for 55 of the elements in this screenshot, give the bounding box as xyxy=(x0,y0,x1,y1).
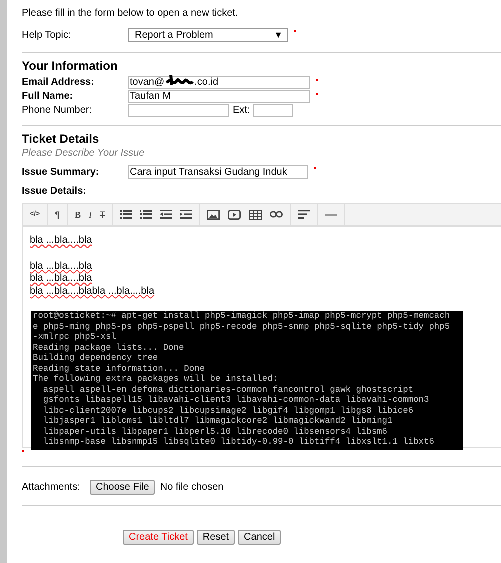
outdent-icon[interactable] xyxy=(160,210,172,219)
bold-button[interactable]: B xyxy=(74,210,81,220)
field-label: Issue Summary: xyxy=(22,166,100,178)
terminal-line: libjasper1 liblcms1 libltdl7 libmagickcore2 libmagickwand2 libming1 xyxy=(42,416,394,426)
indent-icon[interactable] xyxy=(180,210,192,219)
table-icon[interactable] xyxy=(249,210,262,220)
rich-text-editor[interactable] xyxy=(22,203,501,448)
align-left-icon[interactable] xyxy=(298,210,310,219)
issue-summary-field[interactable]: Cara input Transaksi Gudang Induk xyxy=(128,165,308,179)
field-label: Issue Details: xyxy=(22,186,88,197)
form-button[interactable]: Cancel xyxy=(238,530,282,545)
bullet-list-icon[interactable] xyxy=(120,210,132,219)
intro-text: Please fill in the form below to open a new ticket. xyxy=(22,8,240,19)
terminal-line: libsnmp-base libsnmp15 libsqlite0 libtidy-0.99-0 libtiff4 libxslt1.1 libxt6 xyxy=(42,437,436,448)
extension-field[interactable] xyxy=(253,104,294,116)
field-label: Full Name: xyxy=(22,90,74,102)
terminal-line: The following extra packages will be installed: xyxy=(33,374,280,384)
video-icon[interactable] xyxy=(228,210,242,220)
terminal-line: root@osticket:~# apt-get install php5-imagick php5-imap php5-mcrypt php5-memcach xyxy=(33,311,452,322)
form-button[interactable]: Create Ticket xyxy=(123,530,194,545)
email-field[interactable]: tovan@ .co.id xyxy=(128,76,310,88)
field-label: Attachments: xyxy=(22,482,82,492)
terminal-line: libc-client2007e libcups2 libcupsimage2 libgif4 libgomp1 libgs8 libice6 xyxy=(42,406,415,416)
field-label: Email Address: xyxy=(22,76,96,88)
full-name-field[interactable]: Taufan M xyxy=(128,90,310,102)
terminal-line: libpaper-utils libpaper1 libperl5.10 librecode0 libsensors4 libsm6 xyxy=(42,426,389,437)
section-subtitle: Please Describe Your Issue xyxy=(22,148,146,159)
terminal-line: Reading package lists... Done xyxy=(33,342,186,353)
horizontal-rule-icon[interactable] xyxy=(325,214,338,216)
help-topic-select[interactable]: Report a Problem ▼ xyxy=(128,28,288,42)
section-heading: Your Information xyxy=(22,59,119,73)
phone-field[interactable] xyxy=(128,104,229,116)
terminal-line: gsfonts libaspell15 libavahi-client3 libavahi-common-data libavahi-common3 xyxy=(42,395,430,406)
editor-text: bla ...bla....bla xyxy=(30,260,94,273)
strikethrough-button[interactable]: T xyxy=(100,210,106,220)
file-status-text: No file chosen xyxy=(160,482,224,492)
terminal-line: e php5-ming php5-ps php5-pspell php5-recode php5-snmp php5-sqlite php5-tidy php5 xyxy=(33,322,452,332)
terminal-line: Building dependency tree xyxy=(33,353,160,364)
field-label: Phone Number: xyxy=(22,104,94,116)
terminal-line: aspell aspell-en defoma dictionaries-common fancontrol gawk ghostscript xyxy=(42,384,415,395)
section-heading: Ticket Details xyxy=(22,132,100,146)
terminal-line: -xmlrpc php5-xsl xyxy=(33,332,118,342)
paragraph-format-button[interactable]: ¶ xyxy=(55,210,60,220)
editor-text: bla ...bla....bla xyxy=(30,235,94,248)
field-label: Help Topic: xyxy=(22,30,72,40)
field-label: Ext: xyxy=(233,104,250,116)
choose-file-button[interactable]: Choose File xyxy=(90,480,156,494)
link-icon[interactable] xyxy=(270,211,284,218)
image-icon[interactable] xyxy=(207,210,220,220)
italic-button[interactable]: I xyxy=(88,210,92,220)
editor-text: bla ...bla....blabla ...bla....bla xyxy=(30,286,156,298)
numbered-list-icon[interactable] xyxy=(140,210,152,219)
form-button[interactable]: Reset xyxy=(196,530,236,545)
terminal-line: Reading state information... Done xyxy=(33,364,206,374)
editor-text: bla ...bla....bla xyxy=(30,273,94,286)
